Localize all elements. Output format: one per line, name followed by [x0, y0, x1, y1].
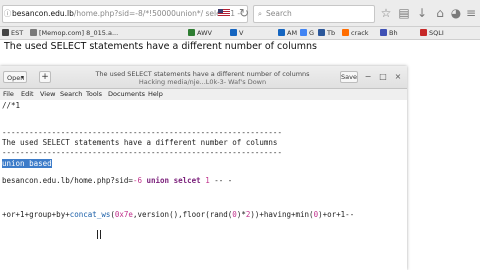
menu-view[interactable]: View	[40, 89, 55, 100]
menu-help[interactable]: Help	[148, 89, 163, 100]
menu-search[interactable]: Search	[60, 89, 82, 100]
bookmark-icon	[318, 29, 325, 36]
bookmark-icon	[230, 29, 237, 36]
bookmark-item[interactable]: V	[230, 28, 243, 38]
url-bar[interactable]: ⓘbesancon.edu.lb/home.php?sid=-8/*!50000…	[2, 5, 248, 23]
bookmark-item[interactable]: crack	[342, 28, 369, 38]
bookmark-item[interactable]: AWV	[188, 28, 212, 38]
download-icon[interactable]: ↓	[414, 5, 430, 21]
editor-text-area[interactable]: //*1 -----------------------------------…	[0, 100, 407, 270]
pocket-icon[interactable]: ◕	[448, 5, 464, 21]
bookmark-item[interactable]: EST	[2, 28, 23, 38]
bookmark-icon	[300, 29, 307, 36]
bookmark-item[interactable]: G	[300, 28, 314, 38]
code-line: The used SELECT statements have a differ…	[2, 138, 278, 147]
code-line: ----------------------------------------…	[2, 148, 282, 157]
editor-titlebar: Open + The used SELECT statements have a…	[0, 66, 407, 89]
bookmark-item[interactable]: SQLI	[420, 28, 444, 38]
text-cursor-icon	[97, 230, 101, 239]
text-editor-window: Open + The used SELECT statements have a…	[0, 66, 407, 270]
bookmark-item[interactable]: Tb	[318, 28, 335, 38]
menu-documents[interactable]: Documents	[108, 89, 145, 100]
close-icon[interactable]: ×	[393, 71, 403, 83]
search-icon: ⌕	[257, 9, 263, 18]
open-button[interactable]: Open	[3, 71, 27, 84]
code-line: union based	[2, 159, 52, 168]
bookmark-icon	[278, 29, 285, 36]
bookmark-icon	[2, 29, 9, 36]
menu-tools[interactable]: Tools	[86, 89, 102, 100]
us-flag-icon[interactable]	[218, 9, 230, 17]
bookmark-icon	[380, 29, 387, 36]
bookmark-icon	[30, 29, 37, 36]
star-icon[interactable]: ☆	[378, 5, 394, 21]
reload-icon[interactable]: ↻	[236, 5, 252, 21]
menu-file[interactable]: File	[3, 89, 14, 100]
home-icon[interactable]: ⌂	[432, 5, 448, 21]
code-line: besancon.edu.lb/home.php?sid=-6 union se…	[2, 176, 233, 185]
code-line: +or+1+group+by+concat_ws(0x7e,version(),…	[2, 210, 355, 219]
editor-menubar: File Edit View Search Tools Documents He…	[0, 89, 407, 100]
url-host: besancon.edu.lb	[12, 9, 74, 18]
save-button[interactable]: Save	[340, 71, 358, 83]
bookmarks-bar: EST [Memop.com] 8_015.a... AWV V AM G Tb…	[0, 27, 480, 40]
bookmark-item[interactable]: Bh	[380, 28, 398, 38]
selected-text: union based	[2, 159, 52, 168]
minimize-icon[interactable]: −	[363, 71, 373, 83]
menu-icon[interactable]: ≡	[463, 5, 479, 21]
bookmark-icon	[188, 29, 195, 36]
bookmark-icon	[342, 29, 349, 36]
search-placeholder: Search	[266, 9, 292, 18]
page-error-message: The used SELECT statements have a differ…	[4, 41, 317, 52]
code-line: ----------------------------------------…	[2, 128, 282, 137]
info-icon[interactable]: ⓘ	[3, 6, 12, 22]
new-document-button[interactable]: +	[39, 71, 51, 83]
maximize-icon[interactable]: □	[378, 71, 388, 83]
bookmark-item[interactable]: AM	[278, 28, 297, 38]
window-subtitle: Hacking media/nje...L0k-3- Waf's Down	[138, 78, 267, 86]
bookmark-icon	[420, 29, 427, 36]
library-icon[interactable]: ▤	[396, 5, 412, 21]
search-input[interactable]: ⌕ Search	[253, 5, 375, 23]
window-title: The used SELECT statements have a differ…	[95, 70, 310, 78]
code-line: //*1	[2, 101, 21, 110]
browser-toolbar: ⓘbesancon.edu.lb/home.php?sid=-8/*!50000…	[0, 0, 480, 27]
bookmark-item[interactable]: [Memop.com] 8_015.a...	[30, 28, 118, 38]
menu-edit[interactable]: Edit	[21, 89, 34, 100]
